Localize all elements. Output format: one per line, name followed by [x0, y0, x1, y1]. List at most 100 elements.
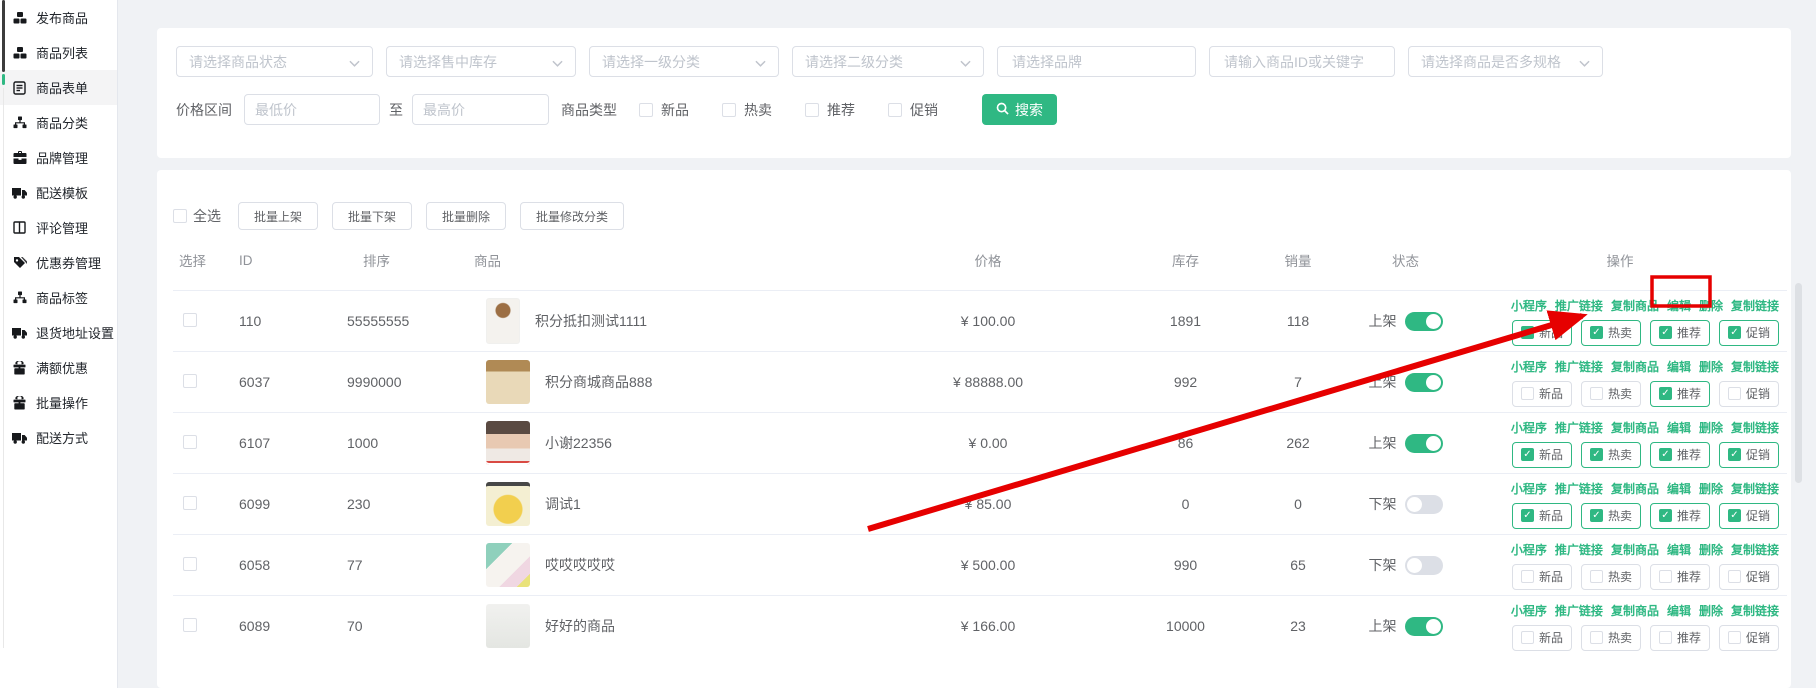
action-link-3[interactable]: 编辑	[1667, 602, 1691, 619]
action-link-0[interactable]: 小程序	[1511, 419, 1547, 436]
search-button[interactable]: 搜索	[982, 94, 1057, 125]
action-link-4[interactable]: 删除	[1699, 358, 1723, 375]
max-price-input[interactable]	[412, 94, 549, 125]
action-link-5[interactable]: 复制链接	[1731, 419, 1779, 436]
row-select-checkbox[interactable]	[183, 313, 197, 327]
filter-input-5[interactable]	[1209, 46, 1395, 77]
action-link-0[interactable]: 小程序	[1511, 358, 1547, 375]
action-link-2[interactable]: 复制商品	[1611, 480, 1659, 497]
sidebar-item-10[interactable]: 满额优惠	[0, 350, 117, 385]
action-link-3[interactable]: 编辑	[1667, 480, 1691, 497]
row-select-checkbox[interactable]	[183, 496, 197, 510]
sidebar-scrollbar[interactable]	[2, 0, 5, 688]
tag-toggle-1[interactable]: ✓热卖	[1581, 442, 1641, 468]
filter-select-0[interactable]: 请选择商品状态	[176, 46, 373, 77]
tag-toggle-1[interactable]: ✓热卖	[1581, 320, 1641, 346]
tag-toggle-3[interactable]: ✓促销	[1719, 564, 1779, 590]
action-link-4[interactable]: 删除	[1699, 602, 1723, 619]
batch-button-0[interactable]: 批量上架	[238, 202, 318, 230]
sidebar-item-0[interactable]: 发布商品	[0, 0, 117, 35]
tag-toggle-2[interactable]: ✓推荐	[1650, 381, 1710, 407]
action-link-4[interactable]: 删除	[1699, 297, 1723, 314]
tag-toggle-3[interactable]: ✓促销	[1719, 625, 1779, 651]
tag-toggle-0[interactable]: ✓新品	[1512, 381, 1572, 407]
sidebar-item-2[interactable]: 商品表单	[0, 70, 117, 105]
tag-toggle-0[interactable]: ✓新品	[1512, 564, 1572, 590]
goods-type-checkbox-2[interactable]: 推荐	[805, 100, 855, 120]
status-toggle[interactable]	[1405, 617, 1443, 636]
sidebar-item-4[interactable]: 品牌管理	[0, 140, 117, 175]
action-link-3[interactable]: 编辑	[1667, 358, 1691, 375]
batch-button-1[interactable]: 批量下架	[332, 202, 412, 230]
tag-toggle-2[interactable]: ✓推荐	[1650, 442, 1710, 468]
sidebar-item-12[interactable]: 配送方式	[0, 420, 117, 455]
row-select-checkbox[interactable]	[183, 618, 197, 632]
action-link-5[interactable]: 复制链接	[1731, 358, 1779, 375]
action-link-1[interactable]: 推广链接	[1555, 541, 1603, 558]
tag-toggle-3[interactable]: ✓促销	[1719, 320, 1779, 346]
tag-toggle-3[interactable]: ✓促销	[1719, 442, 1779, 468]
min-price-input[interactable]	[244, 94, 380, 125]
tag-toggle-1[interactable]: ✓热卖	[1581, 564, 1641, 590]
tag-toggle-1[interactable]: ✓热卖	[1581, 381, 1641, 407]
action-link-1[interactable]: 推广链接	[1555, 419, 1603, 436]
sidebar-item-7[interactable]: 优惠券管理	[0, 245, 117, 280]
action-link-1[interactable]: 推广链接	[1555, 480, 1603, 497]
action-link-4[interactable]: 删除	[1699, 480, 1723, 497]
action-link-3[interactable]: 编辑	[1667, 541, 1691, 558]
action-link-5[interactable]: 复制链接	[1731, 602, 1779, 619]
tag-toggle-2[interactable]: ✓推荐	[1650, 503, 1710, 529]
tag-toggle-0[interactable]: ✓新品	[1512, 503, 1572, 529]
tag-toggle-3[interactable]: ✓促销	[1719, 381, 1779, 407]
filter-select-1[interactable]: 请选择售中库存	[386, 46, 576, 77]
tag-toggle-1[interactable]: ✓热卖	[1581, 625, 1641, 651]
action-link-3[interactable]: 编辑	[1667, 419, 1691, 436]
filter-input-4[interactable]	[997, 46, 1196, 77]
page-scrollbar[interactable]	[1795, 283, 1802, 483]
sidebar-item-3[interactable]: 商品分类	[0, 105, 117, 140]
status-toggle[interactable]	[1405, 312, 1443, 331]
tag-toggle-2[interactable]: ✓推荐	[1650, 625, 1710, 651]
action-link-0[interactable]: 小程序	[1511, 602, 1547, 619]
goods-type-checkbox-0[interactable]: 新品	[639, 100, 689, 120]
tag-toggle-2[interactable]: ✓推荐	[1650, 564, 1710, 590]
action-link-0[interactable]: 小程序	[1511, 297, 1547, 314]
action-link-2[interactable]: 复制商品	[1611, 602, 1659, 619]
action-link-3[interactable]: 编辑	[1667, 297, 1691, 314]
row-select-checkbox[interactable]	[183, 435, 197, 449]
status-toggle[interactable]	[1405, 373, 1443, 392]
action-link-5[interactable]: 复制链接	[1731, 541, 1779, 558]
sidebar-item-6[interactable]: 评论管理	[0, 210, 117, 245]
action-link-2[interactable]: 复制商品	[1611, 419, 1659, 436]
filter-select-3[interactable]: 请选择二级分类	[792, 46, 984, 77]
row-select-checkbox[interactable]	[183, 557, 197, 571]
filter-select-2[interactable]: 请选择一级分类	[589, 46, 779, 77]
goods-type-checkbox-3[interactable]: 促销	[888, 100, 938, 120]
sidebar-item-5[interactable]: 配送模板	[0, 175, 117, 210]
goods-type-checkbox-1[interactable]: 热卖	[722, 100, 772, 120]
action-link-0[interactable]: 小程序	[1511, 480, 1547, 497]
action-link-2[interactable]: 复制商品	[1611, 297, 1659, 314]
tag-toggle-2[interactable]: ✓推荐	[1650, 320, 1710, 346]
action-link-1[interactable]: 推广链接	[1555, 358, 1603, 375]
status-toggle[interactable]	[1405, 495, 1443, 514]
sidebar-item-1[interactable]: 商品列表	[0, 35, 117, 70]
status-toggle[interactable]	[1405, 556, 1443, 575]
action-link-2[interactable]: 复制商品	[1611, 541, 1659, 558]
action-link-4[interactable]: 删除	[1699, 419, 1723, 436]
status-toggle[interactable]	[1405, 434, 1443, 453]
tag-toggle-0[interactable]: ✓新品	[1512, 625, 1572, 651]
select-all-checkbox[interactable]	[173, 209, 187, 223]
filter-select-6[interactable]: 请选择商品是否多规格	[1408, 46, 1603, 77]
batch-button-2[interactable]: 批量删除	[426, 202, 506, 230]
tag-toggle-0[interactable]: ✓新品	[1512, 320, 1572, 346]
tag-toggle-0[interactable]: ✓新品	[1512, 442, 1572, 468]
action-link-1[interactable]: 推广链接	[1555, 602, 1603, 619]
action-link-4[interactable]: 删除	[1699, 541, 1723, 558]
sidebar-item-11[interactable]: 批量操作	[0, 385, 117, 420]
tag-toggle-3[interactable]: ✓促销	[1719, 503, 1779, 529]
batch-button-3[interactable]: 批量修改分类	[520, 202, 624, 230]
action-link-5[interactable]: 复制链接	[1731, 297, 1779, 314]
action-link-0[interactable]: 小程序	[1511, 541, 1547, 558]
action-link-2[interactable]: 复制商品	[1611, 358, 1659, 375]
